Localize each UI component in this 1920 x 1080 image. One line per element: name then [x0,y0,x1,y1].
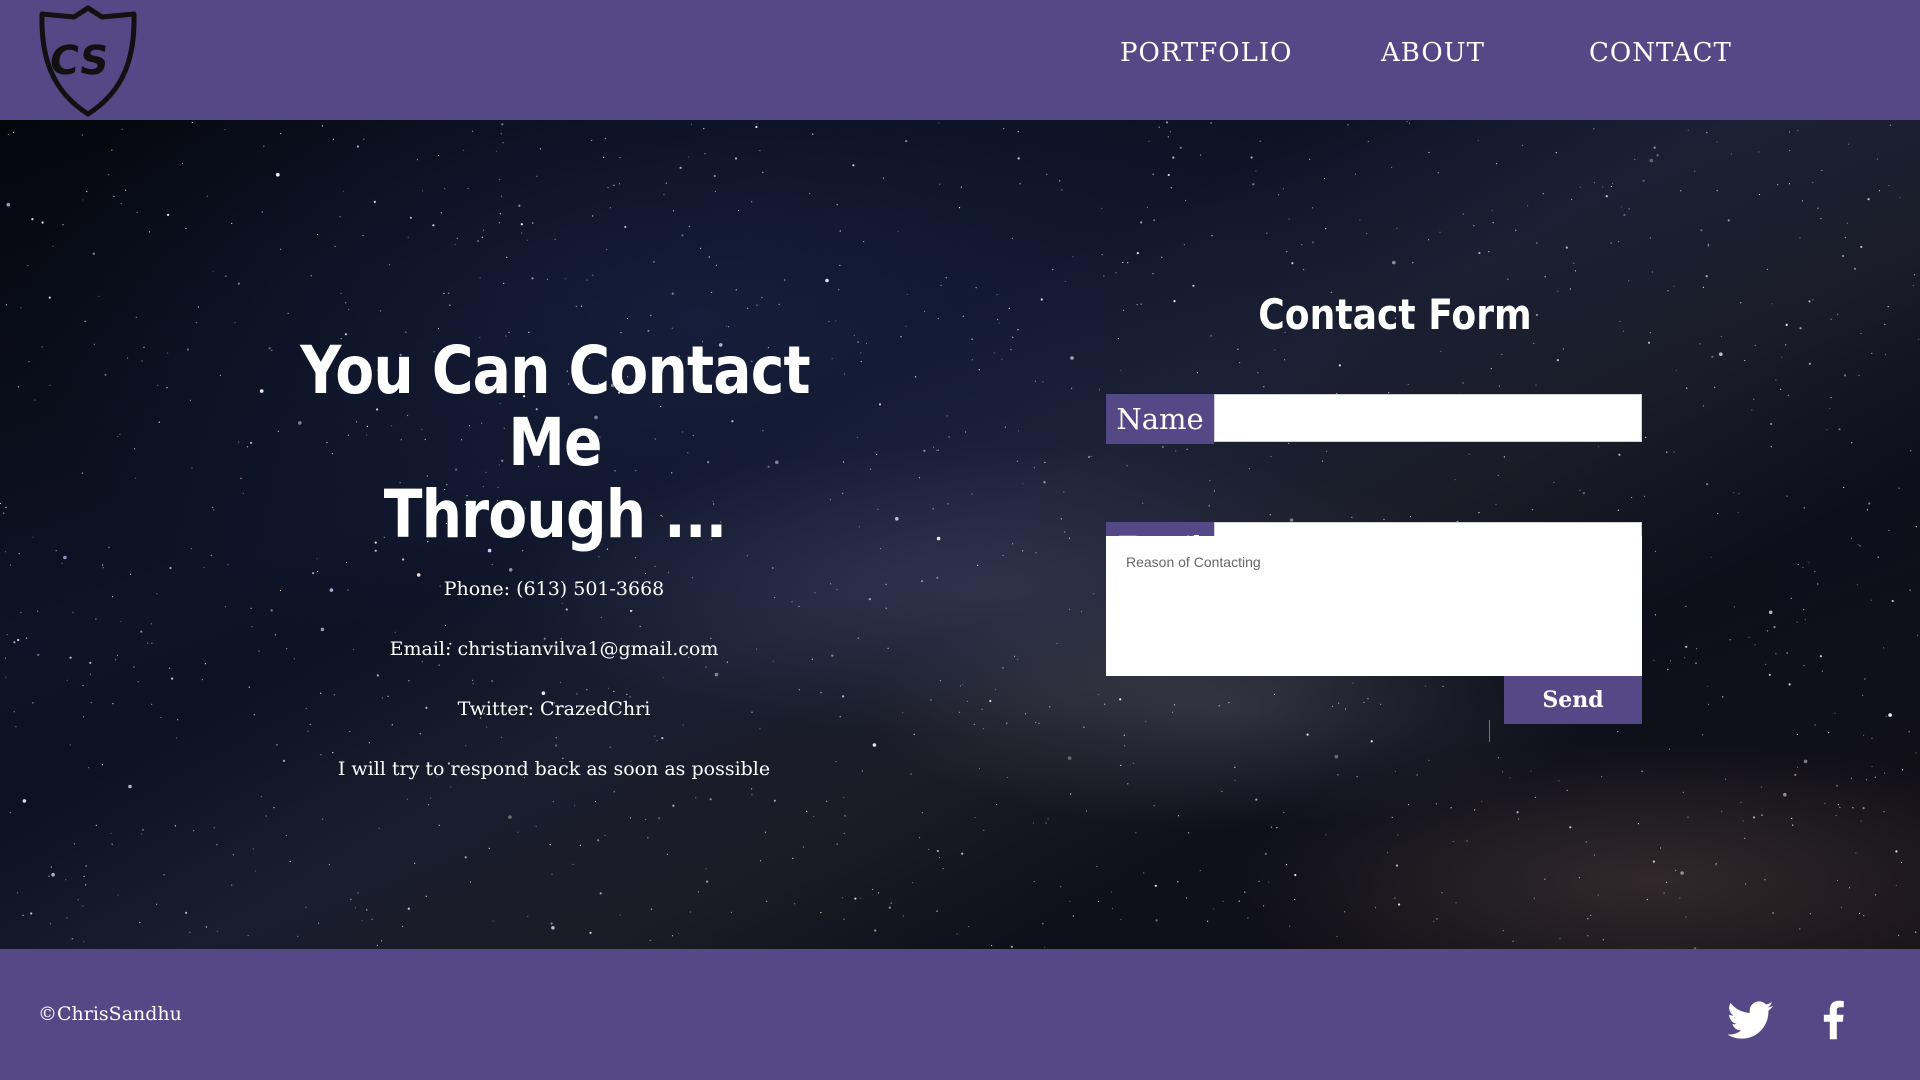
facebook-icon[interactable] [1813,997,1855,1043]
logo-text: CS [46,38,111,84]
phone-text: Phone: (613) 501-3668 [443,578,665,600]
contact-form-title: Contact Form [1258,290,1532,339]
contact-heading-line1: You Can Contact Me [300,332,810,481]
copyright-text: ©ChrisSandhu [38,1003,182,1025]
site-footer: ©ChrisSandhu [0,949,1920,1080]
nav-contact[interactable]: CONTACT [1589,38,1732,68]
reason-textarea[interactable] [1106,536,1642,676]
contact-heading-line2: Through ... [383,476,727,553]
twitter-text: Twitter: CrazedChri [457,698,651,720]
name-label: Name [1106,394,1214,444]
text-cursor [1489,720,1490,742]
twitter-icon[interactable] [1728,997,1774,1043]
contact-heading: You Can Contact Me Through ... [276,335,835,551]
name-input[interactable] [1214,394,1642,442]
starfield-hero: You Can Contact Me Through ... Phone: (6… [0,120,1920,949]
send-button[interactable]: Send [1504,676,1642,724]
response-note: I will try to respond back as soon as po… [337,758,771,780]
site-header: CS PORTFOLIO ABOUT CONTACT [0,0,1920,120]
nav-about[interactable]: ABOUT [1381,38,1485,68]
email-text: Email: christianvilva1@gmail.com [389,638,719,660]
nav-portfolio[interactable]: PORTFOLIO [1120,38,1292,68]
site-logo[interactable]: CS [36,4,140,118]
shield-logo-icon: CS [39,5,137,117]
